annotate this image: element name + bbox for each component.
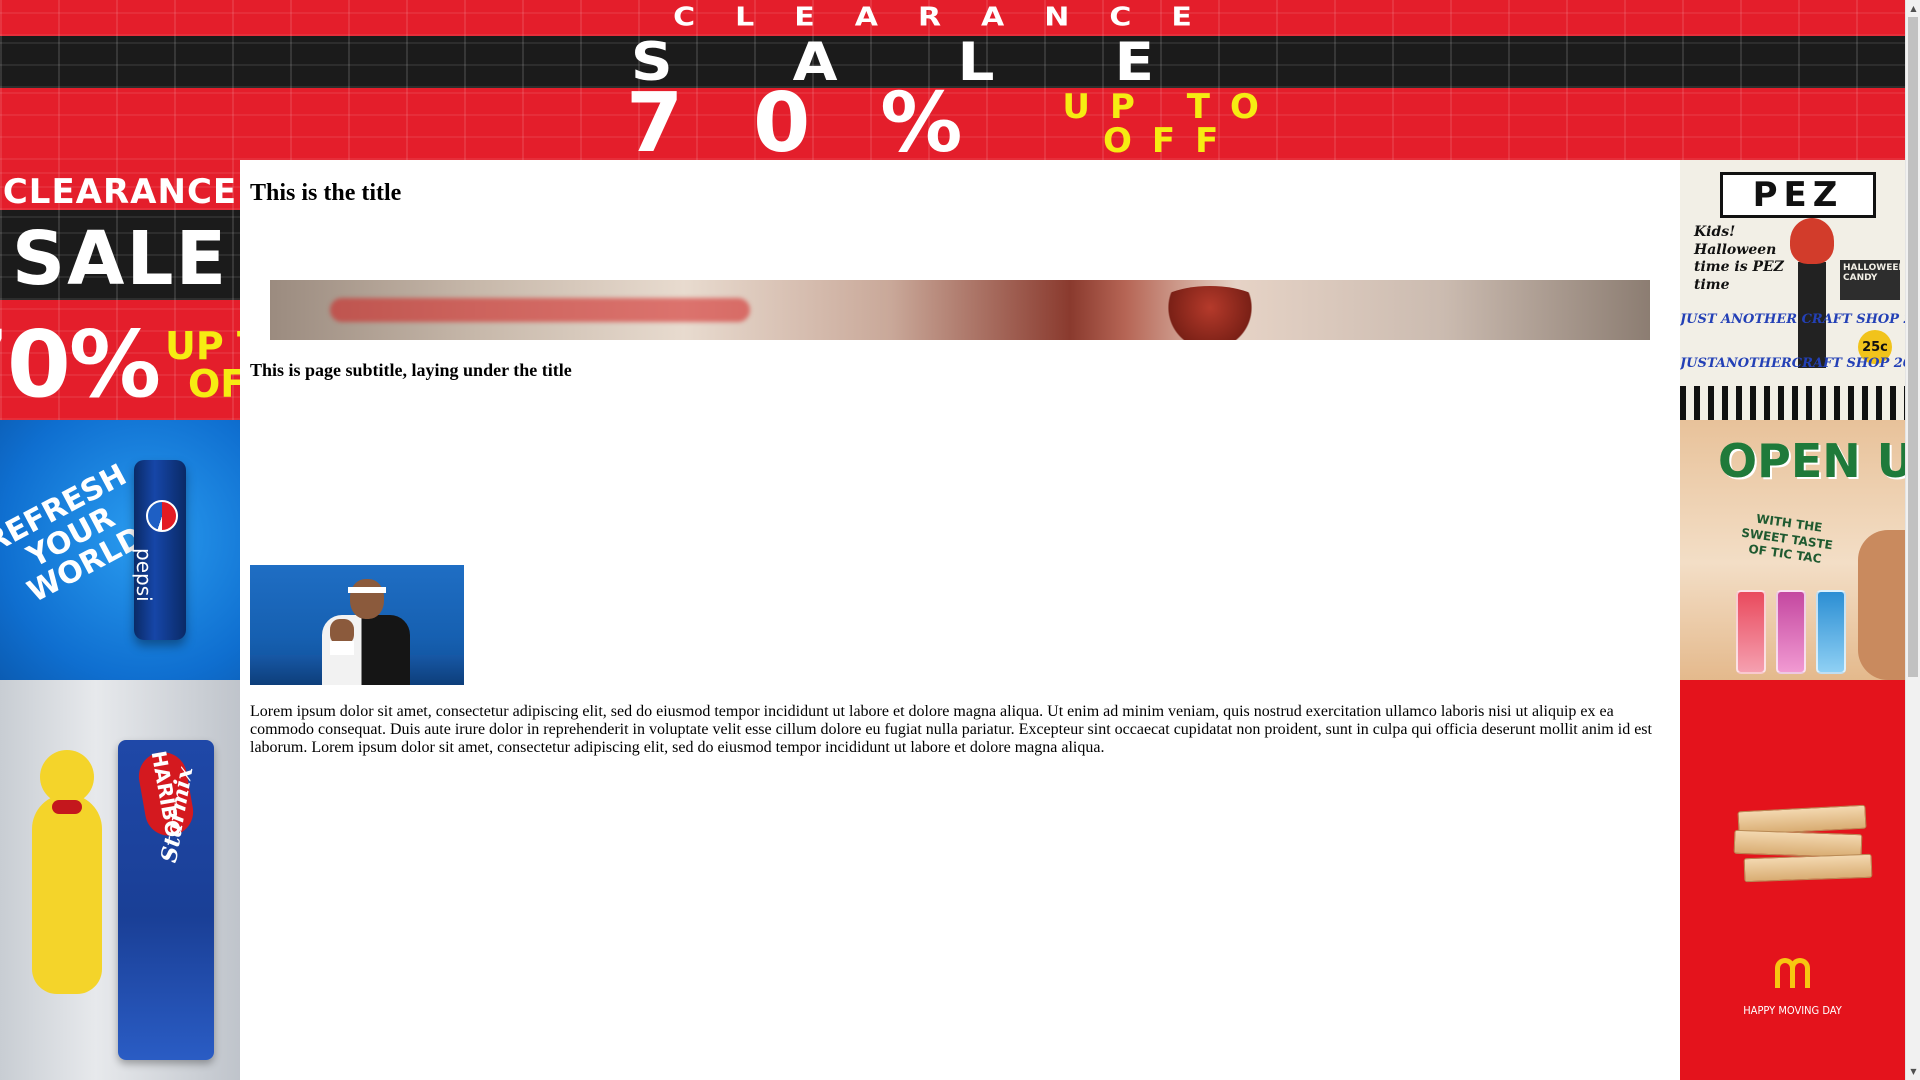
gummy-bear-mascot-image	[32, 750, 102, 994]
banner-up-to-off: UP TO OFF	[1062, 90, 1278, 158]
bear-bow	[52, 800, 82, 814]
pez-fence-graphic	[1680, 386, 1905, 420]
clearance-text: CLEARANCE	[2, 172, 238, 212]
percent-text: 70%	[0, 311, 161, 418]
photo-player-headband	[348, 587, 386, 593]
pepsi-can-label: pepsi	[132, 548, 156, 602]
pez-shop-line-2: JUSTANOTHERCRAFT SHOP 2017	[1680, 356, 1905, 371]
banner-clearance-text: CLEARANCE	[673, 2, 1232, 33]
up-to-text: UP TO	[165, 324, 240, 368]
haribo-ad[interactable]: HARIBO Starmix	[0, 680, 240, 1080]
clearance-mid-strip	[0, 210, 240, 218]
pepsi-ad[interactable]: REFRESH YOUR WORLD pepsi	[0, 420, 240, 680]
banner-percent-text: 70%	[626, 76, 1033, 161]
pez-dispenser-image	[1790, 218, 1834, 368]
pepsi-slogan: REFRESH YOUR WORLD	[0, 458, 149, 610]
dispenser-head	[1790, 218, 1834, 264]
tictac-box-image	[1736, 590, 1766, 674]
arch-right	[1790, 958, 1810, 988]
moving-box	[1743, 853, 1873, 883]
vertical-scrollbar[interactable]: ▲ ▼	[1905, 0, 1920, 1080]
hero-banner-image	[270, 280, 1650, 340]
pez-ad[interactable]: PEZ Kids! Halloween time is PEZ time HAL…	[1680, 160, 1905, 420]
tictac-box-image	[1776, 590, 1806, 674]
pez-title-text: PEZ	[1752, 175, 1844, 215]
sale-text: SALE	[11, 216, 229, 302]
clearance-low-strip	[0, 300, 240, 310]
hero-banner-figure	[1150, 286, 1270, 340]
top-clearance-banner-ad[interactable]: CLEARANCE SALE 70% UP TO OFF	[0, 0, 1905, 160]
banner-off-text: OFF	[1102, 121, 1239, 160]
tictac-headline: OPEN UP	[1718, 438, 1905, 484]
main-content: This is the title This is page subtitle,…	[240, 160, 1680, 1080]
clearance-sale-ad[interactable]: CLEARANCE SALE 70% UP TO OFF	[0, 160, 240, 420]
banner-up-to-text: UP TO	[1062, 87, 1279, 127]
tictac-subline: WITH THE SWEET TASTE OF TIC TAC	[1740, 511, 1834, 567]
pepsi-can-image: pepsi	[132, 460, 186, 640]
scroll-down-arrow-icon[interactable]: ▼	[1906, 1063, 1920, 1080]
banner-row-discount: 70% UP TO OFF	[0, 83, 1905, 160]
mcdonalds-ad[interactable]: HAPPY MOVING DAY	[1680, 680, 1905, 1080]
photo-player-head	[350, 579, 384, 619]
haribo-pack-image: HARIBO Starmix	[118, 740, 214, 1060]
bear-head	[40, 750, 94, 804]
left-ad-column: CLEARANCE SALE 70% UP TO OFF REFRESH YOU…	[0, 160, 240, 1080]
body-paragraph: Lorem ipsum dolor sit amet, consectetur …	[250, 703, 1652, 756]
page-title: This is the title	[250, 180, 402, 206]
photo-player-wristband	[330, 641, 354, 655]
scroll-thumb[interactable]	[1908, 17, 1918, 677]
mcdonalds-caption: HAPPY MOVING DAY	[1743, 1004, 1842, 1017]
pez-kids-text: Kids! Halloween time is PEZ time	[1694, 224, 1784, 293]
hero-banner-red-glow	[330, 298, 750, 322]
pez-candy-label: HALLOWEEN CANDY	[1840, 260, 1905, 300]
scroll-up-arrow-icon[interactable]: ▲	[1906, 0, 1920, 17]
pez-shop-line: JUST ANOTHER CRAFT SHOP 2017	[1680, 312, 1905, 327]
moving-boxes-image	[1733, 804, 1873, 888]
discount-line: 70% UP TO OFF	[0, 310, 240, 420]
tennis-player-photo	[250, 565, 464, 685]
off-text: OFF	[188, 362, 240, 406]
clearance-top-strip	[0, 160, 240, 174]
tictac-ad[interactable]: OPEN UP WITH THE SWEET TASTE OF TIC TAC	[1680, 420, 1905, 680]
tictac-headline-text: OPEN UP	[1718, 434, 1905, 488]
tictac-box-image	[1816, 590, 1846, 674]
up-to-off: UP TO OFF	[165, 327, 240, 403]
pepsi-logo-icon	[146, 500, 178, 532]
tictac-hand-image	[1858, 530, 1905, 680]
right-ad-column: PEZ Kids! Halloween time is PEZ time HAL…	[1680, 160, 1905, 1080]
sale-line: SALE	[0, 218, 240, 300]
mcdonalds-arches-icon	[1775, 958, 1815, 988]
page-subtitle: This is page subtitle, laying under the …	[250, 360, 572, 380]
pez-logo: PEZ	[1720, 172, 1876, 218]
clearance-line: CLEARANCE	[0, 174, 240, 210]
bear-body	[32, 794, 102, 994]
